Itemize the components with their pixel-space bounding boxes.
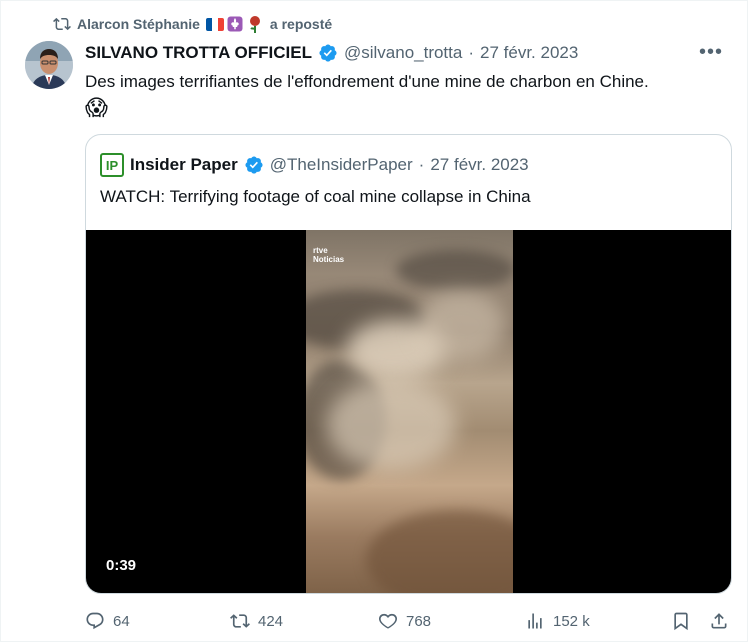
bookmark-button[interactable]: [671, 607, 691, 635]
author-name[interactable]: SILVANO TROTTA OFFICIEL: [85, 43, 312, 63]
more-icon[interactable]: •••: [699, 41, 723, 64]
repost-icon: [53, 17, 71, 31]
quoted-author-name[interactable]: Insider Paper: [130, 155, 238, 175]
repost-icon: [230, 614, 250, 628]
video-player[interactable]: rtve Noticias 0:39: [86, 230, 731, 593]
reposter-name[interactable]: Alarcon Stéphanie: [77, 16, 200, 32]
rose-icon: [249, 16, 260, 33]
reply-button[interactable]: 64: [85, 607, 130, 635]
quoted-tweet[interactable]: IP Insider Paper @TheInsiderPaper · 27 f…: [85, 134, 732, 594]
share-icon: [711, 613, 727, 629]
like-icon: [378, 613, 398, 629]
avatar[interactable]: [25, 41, 73, 89]
insider-paper-logo[interactable]: IP: [100, 153, 124, 177]
quoted-date[interactable]: 27 févr. 2023: [430, 155, 528, 175]
author-handle[interactable]: @silvano_trotta: [344, 43, 462, 63]
verified-badge-icon: [245, 156, 263, 174]
tweet-header: SILVANO TROTTA OFFICIEL @silvano_trotta …: [85, 41, 733, 65]
repost-suffix: a reposté: [269, 16, 333, 32]
tweet-emoji: 😱: [85, 95, 108, 120]
repost-context: Alarcon Stéphanie a reposté: [53, 14, 332, 34]
views-button[interactable]: 152 k: [525, 607, 590, 635]
reposter-emojis: [205, 15, 264, 33]
verified-badge-icon: [319, 44, 337, 62]
watermark-line2: Noticias: [313, 255, 345, 264]
like-count: 768: [406, 612, 432, 630]
views-count: 152 k: [553, 612, 590, 630]
bookmark-icon: [674, 612, 688, 631]
action-bar: 64 424 768 152 k: [85, 607, 733, 635]
watermark-line1: rtve: [313, 246, 328, 255]
repost-count: 424: [258, 612, 284, 630]
quoted-header: IP Insider Paper @TheInsiderPaper · 27 f…: [100, 153, 529, 177]
share-button[interactable]: [709, 607, 729, 635]
quoted-text: WATCH: Terrifying footage of coal mine c…: [100, 187, 531, 206]
tweet-body: Des images terrifiantes de l'effondremen…: [85, 72, 649, 91]
tweet-date[interactable]: 27 févr. 2023: [480, 43, 578, 63]
repost-button[interactable]: 424: [230, 607, 283, 635]
french-flag-icon: [205, 17, 224, 31]
quoted-separator: ·: [418, 155, 425, 174]
reply-icon: [86, 612, 104, 630]
video-duration: 0:39: [106, 557, 137, 574]
video-thumbnail: rtve Noticias: [306, 230, 513, 593]
tweet-card[interactable]: Alarcon Stéphanie a reposté SILVANO TROT…: [0, 0, 748, 642]
video-watermark: rtve Noticias: [313, 246, 344, 264]
reply-count: 64: [113, 612, 130, 630]
quoted-handle[interactable]: @TheInsiderPaper: [270, 155, 413, 175]
tweet-text: Des images terrifiantes de l'effondremen…: [85, 69, 735, 123]
header-separator: ·: [468, 43, 475, 62]
views-icon: [528, 613, 542, 629]
like-button[interactable]: 768: [378, 607, 431, 635]
fleur-de-lis-icon: [227, 16, 243, 32]
